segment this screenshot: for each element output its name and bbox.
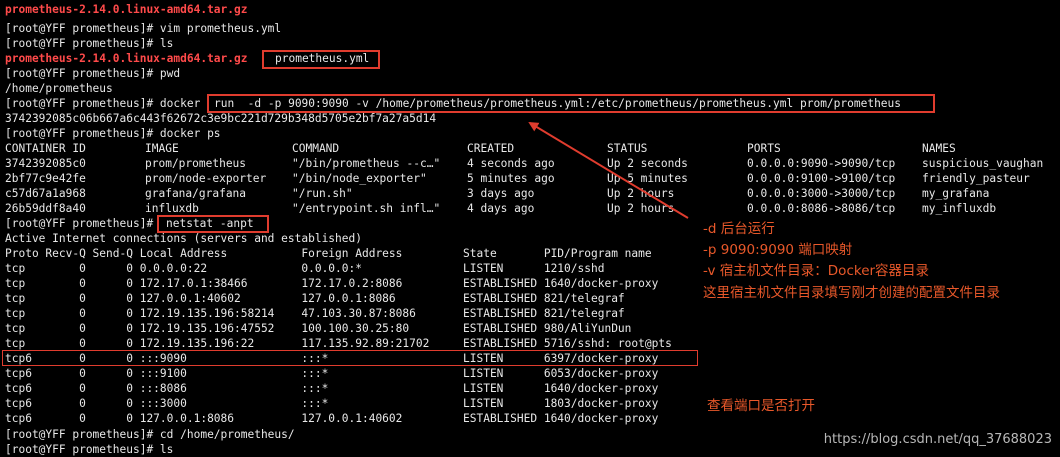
ports: 0.0.0.0:9090->9090/tcp	[747, 157, 896, 170]
watermark: https://blog.csdn.net/qq_37688023	[823, 432, 1052, 447]
column-header: IMAGE	[145, 142, 179, 155]
archive-filename: prometheus-2.14.0.linux-amd64.tar.gz	[5, 52, 248, 65]
container-id-output: 3742392085c06b667a6c443f62672c3e9bc221d7…	[5, 112, 437, 125]
command: "/entrypoint.sh infl…"	[292, 202, 441, 215]
ports: 0.0.0.0:3000->3000/tcp	[747, 187, 896, 200]
config-filename: prometheus.yml	[275, 52, 370, 65]
column-header: CREATED	[467, 142, 515, 155]
prompt: [root@YFF prometheus]#	[5, 217, 160, 230]
table-row: c57d67a1a968 grafana/grafana "/run.sh" 3…	[5, 186, 1055, 201]
terminal-line: /home/prometheus	[5, 82, 113, 95]
netstat-row-9090: tcp6 0 0 :::9090 :::* LISTEN 6397/docker…	[5, 352, 659, 365]
container-name: friendly_pasteur	[922, 172, 1030, 185]
image: prom/prometheus	[145, 157, 247, 170]
terminal-line: [root@YFF prometheus]# vim prometheus.ym…	[5, 22, 282, 35]
netstat-row: tcp 0 0 172.17.0.1:38466 172.17.0.2:8086…	[5, 277, 659, 290]
annotation-volume: -v 宿主机文件目录：Docker容器目录	[703, 263, 930, 279]
docker-run-args: run -d -p 9090:9090 -v /home/prometheus/…	[214, 97, 902, 110]
netstat-row: tcp6 0 0 :::9100 :::* LISTEN 6053/docker…	[5, 367, 659, 380]
status: Up 2 seconds	[607, 157, 688, 170]
created: 4 days ago	[467, 202, 535, 215]
terminal-line: [root@YFF prometheus]# pwd	[5, 67, 181, 80]
terminal-line: [root@YFF prometheus]# ls	[5, 37, 174, 50]
image: prom/node-exporter	[145, 172, 267, 185]
netstat-command: [root@YFF prometheus]# netstat -anpt	[5, 216, 254, 231]
container-id: 3742392085c0	[5, 157, 86, 170]
netstat-row: tcp6 0 0 :::8086 :::* LISTEN 1640/docker…	[5, 382, 659, 395]
netstat-row: tcp 0 0 172.19.135.196:47552 100.100.30.…	[5, 322, 632, 335]
column-header: STATUS	[607, 142, 648, 155]
prompt: [root@YFF prometheus]# docker	[5, 97, 208, 110]
table-row: 3742392085c0 prom/prometheus "/bin/prome…	[5, 156, 1055, 171]
terminal-line: Active Internet connections (servers and…	[5, 232, 362, 245]
column-header: COMMAND	[292, 142, 340, 155]
command: "/bin/node_exporter"	[292, 172, 427, 185]
container-name: suspicious_vaughan	[922, 157, 1044, 170]
netstat-args: netstat -anpt	[166, 217, 254, 230]
column-header: CONTAINER ID	[5, 142, 86, 155]
image: grafana/grafana	[145, 187, 247, 200]
terminal-line: [root@YFF prometheus]# docker ps	[5, 127, 221, 140]
annotation-port-mapping: -p 9090:9090 端口映射	[703, 242, 853, 258]
docker-run-command: [root@YFF prometheus]# docker run -d -p …	[5, 96, 901, 111]
terminal-line: [root@YFF prometheus]# cd /home/promethe…	[5, 428, 295, 441]
netstat-row: tcp 0 0 172.19.135.196:22 117.135.92.89:…	[5, 337, 672, 350]
netstat-row: tcp 0 0 0.0.0.0:22 0.0.0.0:* LISTEN 1210…	[5, 262, 605, 275]
annotation-volume-note: 这里宿主机文件目录填写刚才创建的配置文件目录	[703, 285, 1000, 301]
image: influxdb	[145, 202, 199, 215]
status: Up 2 hours	[607, 202, 675, 215]
container-id: 26b59ddf8a40	[5, 202, 86, 215]
netstat-row: tcp 0 0 172.19.135.196:58214 47.103.30.8…	[5, 307, 625, 320]
container-id: c57d67a1a968	[5, 187, 86, 200]
ports: 0.0.0.0:9100->9100/tcp	[747, 172, 896, 185]
container-id: 2bf77c9e42fe	[5, 172, 86, 185]
container-name: my_grafana	[922, 187, 990, 200]
table-row: 2bf77c9e42fe prom/node-exporter "/bin/no…	[5, 171, 1055, 186]
netstat-row: tcp6 0 0 127.0.0.1:8086 127.0.0.1:40602 …	[5, 412, 659, 425]
docker-ps-header: CONTAINER ID IMAGE COMMAND CREATED STATU…	[5, 141, 1055, 156]
annotation-check-port: 查看端口是否打开	[707, 398, 815, 414]
column-header: NAMES	[922, 142, 956, 155]
column-header: PORTS	[747, 142, 781, 155]
table-row: 26b59ddf8a40 influxdb "/entrypoint.sh in…	[5, 201, 1055, 216]
netstat-header: Proto Recv-Q Send-Q Local Address Foreig…	[5, 247, 652, 260]
status: Up 2 hours	[607, 187, 675, 200]
ports: 0.0.0.0:8086->8086/tcp	[747, 202, 896, 215]
command: "/bin/prometheus --c…"	[292, 157, 441, 170]
netstat-row: tcp 0 0 127.0.0.1:40602 127.0.0.1:8086 E…	[5, 292, 625, 305]
archive-filename: prometheus-2.14.0.linux-amd64.tar.gz	[5, 3, 248, 16]
terminal-line: [root@YFF prometheus]# ls	[5, 443, 174, 456]
created: 3 days ago	[467, 187, 535, 200]
terminal-line: prometheus-2.14.0.linux-amd64.tar.gz prom…	[5, 51, 369, 66]
annotation-detach: -d 后台运行	[703, 221, 775, 237]
status: Up 5 minutes	[607, 172, 688, 185]
command: "/run.sh"	[292, 187, 353, 200]
terminal-line: prometheus-2.14.0.linux-amd64.tar.gz	[5, 2, 247, 17]
terminal-window[interactable]: prometheus-2.14.0.linux-amd64.tar.gz [ro…	[0, 0, 1060, 456]
created: 4 seconds ago	[467, 157, 555, 170]
container-name: my_influxdb	[922, 202, 997, 215]
netstat-row: tcp6 0 0 :::3000 :::* LISTEN 1803/docker…	[5, 397, 659, 410]
created: 5 minutes ago	[467, 172, 555, 185]
